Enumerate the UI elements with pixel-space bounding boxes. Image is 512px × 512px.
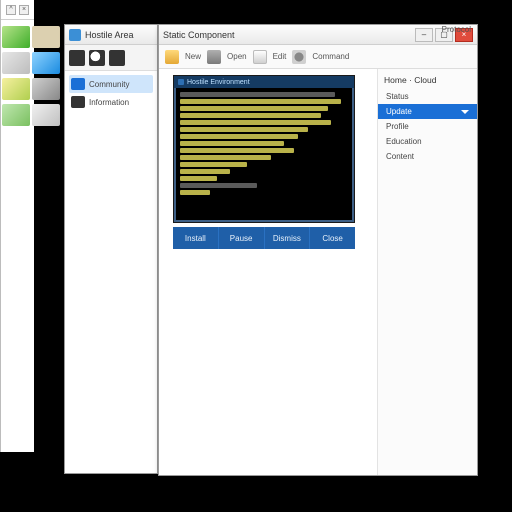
desktop-icon[interactable] <box>32 78 60 100</box>
terminal-line <box>180 134 298 139</box>
secondary-window: Hostile Area Community Information <box>64 24 158 474</box>
desktop-icon[interactable] <box>2 26 30 48</box>
tool-icon[interactable] <box>69 50 85 66</box>
ribbon-item[interactable]: Command <box>312 52 349 61</box>
terminal-preview[interactable]: Hostile Environment <box>173 75 355 223</box>
main-window: Static Component – ▢ × New Open Edit Com… <box>158 24 478 476</box>
desktop-icon[interactable] <box>2 78 30 100</box>
secondary-list: Community Information <box>65 71 157 473</box>
side-panel-item[interactable]: Status <box>378 89 477 104</box>
terminal-line <box>180 176 217 181</box>
main-window-title: Static Component <box>163 30 235 40</box>
terminal-line <box>180 141 284 146</box>
minimize-button[interactable]: – <box>415 28 433 42</box>
ribbon-toolbar: New Open Edit Command Protocol <box>159 45 477 69</box>
app-icon <box>69 29 81 41</box>
terminal-line <box>180 127 308 132</box>
terminal-body <box>180 92 348 195</box>
secondary-toolbar <box>65 45 157 71</box>
pause-button[interactable]: Pause <box>219 227 265 249</box>
close-action-button[interactable]: Close <box>310 227 355 249</box>
edge-window-titlebar[interactable]: ^ × <box>1 0 34 20</box>
folder-icon <box>71 78 85 90</box>
side-panel-heading: Home · Cloud <box>378 73 477 89</box>
side-panel-item[interactable]: Content <box>378 149 477 164</box>
caret-up-icon[interactable]: ^ <box>6 5 16 15</box>
desktop-icon[interactable] <box>32 52 60 74</box>
terminal-icon <box>178 79 184 85</box>
install-button[interactable]: Install <box>173 227 219 249</box>
taskbar[interactable] <box>0 498 512 512</box>
ribbon-item[interactable]: Edit <box>273 52 287 61</box>
desktop-icon[interactable] <box>2 104 30 126</box>
side-panel-item[interactable]: Update <box>378 104 477 119</box>
main-window-titlebar[interactable]: Static Component – ▢ × <box>159 25 477 45</box>
terminal-title: Hostile Environment <box>174 76 354 88</box>
list-item-label: Community <box>89 80 129 89</box>
terminal-line <box>180 99 341 104</box>
secondary-window-titlebar[interactable]: Hostile Area <box>65 25 157 45</box>
close-icon[interactable]: × <box>19 5 29 15</box>
terminal-line <box>180 120 331 125</box>
terminal-line <box>180 190 210 195</box>
terminal-title-text: Hostile Environment <box>187 79 250 86</box>
search-icon[interactable] <box>89 50 105 66</box>
folder-icon[interactable] <box>165 50 179 64</box>
terminal-line <box>180 148 294 153</box>
ribbon-item[interactable]: New <box>185 52 201 61</box>
terminal-line <box>180 169 230 174</box>
gear-icon[interactable] <box>292 50 306 64</box>
folder-icon <box>71 96 85 108</box>
disk-icon[interactable] <box>207 50 221 64</box>
list-item-label: Information <box>89 98 129 107</box>
page-icon[interactable] <box>253 50 267 64</box>
side-panel-item[interactable]: Education <box>378 134 477 149</box>
action-button-bar: Install Pause Dismiss Close <box>173 227 355 249</box>
terminal-line <box>180 155 271 160</box>
terminal-line <box>180 162 247 167</box>
dismiss-button[interactable]: Dismiss <box>265 227 311 249</box>
desktop-icons <box>2 26 64 128</box>
tool-icon[interactable] <box>109 50 125 66</box>
desktop-icon[interactable] <box>32 104 60 126</box>
content-area: Hostile Environment Install Pause Dismis… <box>159 69 377 475</box>
list-item[interactable]: Community <box>69 75 153 93</box>
side-panel: Home · Cloud StatusUpdateProfileEducatio… <box>377 69 477 475</box>
ribbon-item[interactable]: Open <box>227 52 247 61</box>
list-item[interactable]: Information <box>69 93 153 111</box>
side-panel-item[interactable]: Profile <box>378 119 477 134</box>
terminal-line <box>180 106 328 111</box>
terminal-line <box>180 92 335 97</box>
terminal-line <box>180 183 257 188</box>
desktop-icon[interactable] <box>32 26 60 48</box>
terminal-line <box>180 113 321 118</box>
secondary-window-title: Hostile Area <box>85 30 134 40</box>
ribbon-right-label: Protocol <box>442 25 471 34</box>
desktop-icon[interactable] <box>2 52 30 74</box>
